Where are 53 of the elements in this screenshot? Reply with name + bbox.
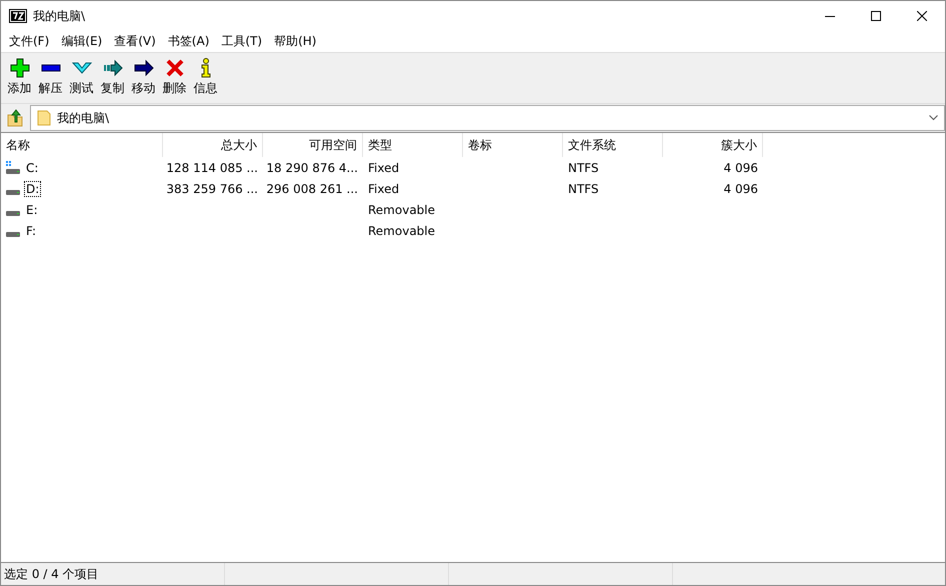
table-cell: Fixed xyxy=(368,160,400,174)
table-cell: 128 114 085 ... xyxy=(166,160,258,174)
column-header[interactable]: 卷标 xyxy=(463,133,563,157)
table-cell: 4 096 xyxy=(724,182,758,196)
menu-item[interactable]: 书签(A) xyxy=(162,33,216,50)
drive-name[interactable]: D: xyxy=(24,180,42,196)
table-cell: 18 290 876 4... xyxy=(266,160,358,174)
menu-item[interactable]: 工具(T) xyxy=(215,33,268,50)
table-cell: Removable xyxy=(368,224,436,238)
toolbar-button[interactable]: 解压 xyxy=(38,80,62,97)
app-icon xyxy=(9,9,27,23)
drive-name[interactable]: C: xyxy=(24,160,40,176)
drive-name[interactable]: E: xyxy=(24,202,40,218)
table-cell: Removable xyxy=(368,202,436,216)
menu-item[interactable]: 查看(V) xyxy=(108,33,162,50)
status-text: 选定 0 / 4 个项目 xyxy=(1,563,225,585)
column-header[interactable]: 类型 xyxy=(363,133,463,157)
column-header[interactable]: 可用空间 xyxy=(263,133,363,157)
drive-icon xyxy=(6,211,20,216)
dropdown-icon[interactable] xyxy=(929,115,938,121)
column-header[interactable]: 名称 xyxy=(1,133,163,157)
menu-item[interactable]: 编辑(E) xyxy=(55,33,108,50)
toolbar-button[interactable]: 添加 xyxy=(8,80,32,97)
system-drive-icon xyxy=(6,161,20,174)
address-field[interactable]: 我的电脑\ xyxy=(30,105,945,131)
table-cell: 383 259 766 ... xyxy=(166,182,258,196)
toolbar-button[interactable]: 删除 xyxy=(162,80,186,97)
menu-item[interactable]: 文件(F) xyxy=(3,33,56,50)
toolbar-button[interactable]: 移动 xyxy=(132,80,156,97)
toolbar-button[interactable]: 测试 xyxy=(70,80,94,97)
drive-icon xyxy=(6,232,20,237)
table-cell: 4 096 xyxy=(724,160,758,174)
arrow-icon[interactable] xyxy=(102,58,122,78)
column-header[interactable]: 文件系统 xyxy=(563,133,663,157)
drive-name[interactable]: F: xyxy=(24,222,38,238)
drive-icon xyxy=(6,190,20,195)
arrow-icon[interactable] xyxy=(134,58,154,78)
maximize-icon[interactable] xyxy=(871,11,881,21)
folder-up-icon[interactable] xyxy=(6,109,24,127)
table-cell: Fixed xyxy=(368,182,400,196)
table-cell: 296 008 261 ... xyxy=(266,182,358,196)
toolbar-button[interactable]: 信息 xyxy=(194,80,218,97)
toolbar-button[interactable]: 复制 xyxy=(100,80,124,97)
column-header[interactable]: 簇大小 xyxy=(663,133,763,157)
folder-icon xyxy=(37,110,51,126)
column-header[interactable]: 总大小 xyxy=(163,133,263,157)
window-title: 我的电脑\ xyxy=(33,8,86,24)
cross-icon[interactable] xyxy=(164,58,184,78)
plus-icon[interactable] xyxy=(10,58,30,78)
close-icon[interactable] xyxy=(917,11,927,21)
table-cell: NTFS xyxy=(568,160,599,174)
menu-item[interactable]: 帮助(H) xyxy=(268,33,322,50)
table-cell: NTFS xyxy=(568,182,599,196)
